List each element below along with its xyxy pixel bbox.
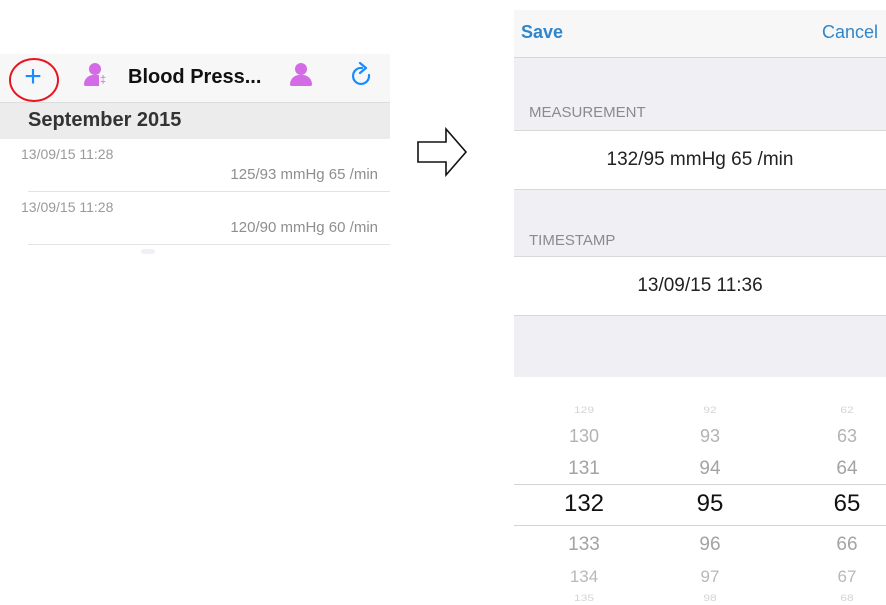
list-item[interactable]: 13/09/15 11:28 125/93 mmHg 65 /min xyxy=(0,140,390,192)
plus-icon: + xyxy=(24,60,42,93)
measurement-field[interactable]: 132/95 mmHg 65 /min xyxy=(514,130,886,190)
picker-value: 129 xyxy=(573,404,595,416)
picker-value: 67 xyxy=(837,567,857,586)
pulse-picker-wheel[interactable]: 62 63 64 65 66 67 68 xyxy=(807,377,886,605)
picker-value: 98 xyxy=(703,592,717,604)
form-nav-bar: Save Cancel xyxy=(514,10,886,58)
picker-value: 131 xyxy=(568,458,600,479)
entry-reading: 125/93 mmHg 65 /min xyxy=(230,166,378,183)
cancel-button[interactable]: Cancel xyxy=(822,22,878,43)
page-title: Blood Press... xyxy=(128,66,262,88)
picker-value: 133 xyxy=(568,534,600,555)
picker-value: 134 xyxy=(569,567,599,586)
picker-value: 135 xyxy=(573,592,595,604)
right-arrow-icon xyxy=(417,126,468,178)
profile-icon[interactable] xyxy=(290,63,312,87)
scroll-indicator xyxy=(141,249,155,254)
picker-value: 92 xyxy=(703,404,717,416)
add-measurement-button[interactable]: + xyxy=(9,58,59,102)
status-area xyxy=(514,0,886,10)
picker-selected-value: 95 xyxy=(696,490,724,517)
measurement-section-label: MEASUREMENT xyxy=(529,104,646,121)
save-button[interactable]: Save xyxy=(521,22,563,43)
entry-reading: 120/90 mmHg 60 /min xyxy=(230,219,378,236)
measurement-picker: 129 130 131 132 133 134 135 92 93 94 95 … xyxy=(514,377,886,605)
picker-value: 96 xyxy=(699,534,721,555)
entry-timestamp: 13/09/15 11:28 xyxy=(21,146,114,162)
entry-timestamp: 13/09/15 11:28 xyxy=(21,199,114,215)
picker-value: 66 xyxy=(836,534,858,555)
picker-value: 93 xyxy=(699,426,721,446)
picker-value: 63 xyxy=(836,426,858,446)
picker-value: 97 xyxy=(700,567,720,586)
divider xyxy=(28,191,390,192)
divider xyxy=(28,244,390,245)
systolic-picker-wheel[interactable]: 129 130 131 132 133 134 135 xyxy=(544,377,624,605)
picker-value: 130 xyxy=(568,426,600,446)
picker-value: 62 xyxy=(840,404,854,416)
picker-selected-value: 132 xyxy=(563,490,605,517)
picker-value: 94 xyxy=(699,458,721,479)
add-measurement-form-screen: Save Cancel MEASUREMENT 132/95 mmHg 65 /… xyxy=(514,0,886,605)
refresh-icon[interactable] xyxy=(349,62,375,90)
list-item[interactable]: 13/09/15 11:28 120/90 mmHg 60 /min xyxy=(0,193,390,245)
switch-user-icon[interactable]: ‡ xyxy=(84,63,108,87)
picker-value: 68 xyxy=(840,592,854,604)
blood-pressure-list-screen: + ‡ Blood Press... September 2015 13/09/… xyxy=(0,0,392,300)
timestamp-field[interactable]: 13/09/15 11:36 xyxy=(514,256,886,316)
section-title: September 2015 xyxy=(28,109,182,131)
nav-bar: + ‡ Blood Press... xyxy=(0,54,390,103)
section-header: September 2015 xyxy=(0,103,390,139)
timestamp-section-label: TIMESTAMP xyxy=(529,232,616,249)
picker-value: 64 xyxy=(836,458,858,479)
picker-selected-value: 65 xyxy=(833,490,861,517)
diastolic-picker-wheel[interactable]: 92 93 94 95 96 97 98 xyxy=(670,377,750,605)
